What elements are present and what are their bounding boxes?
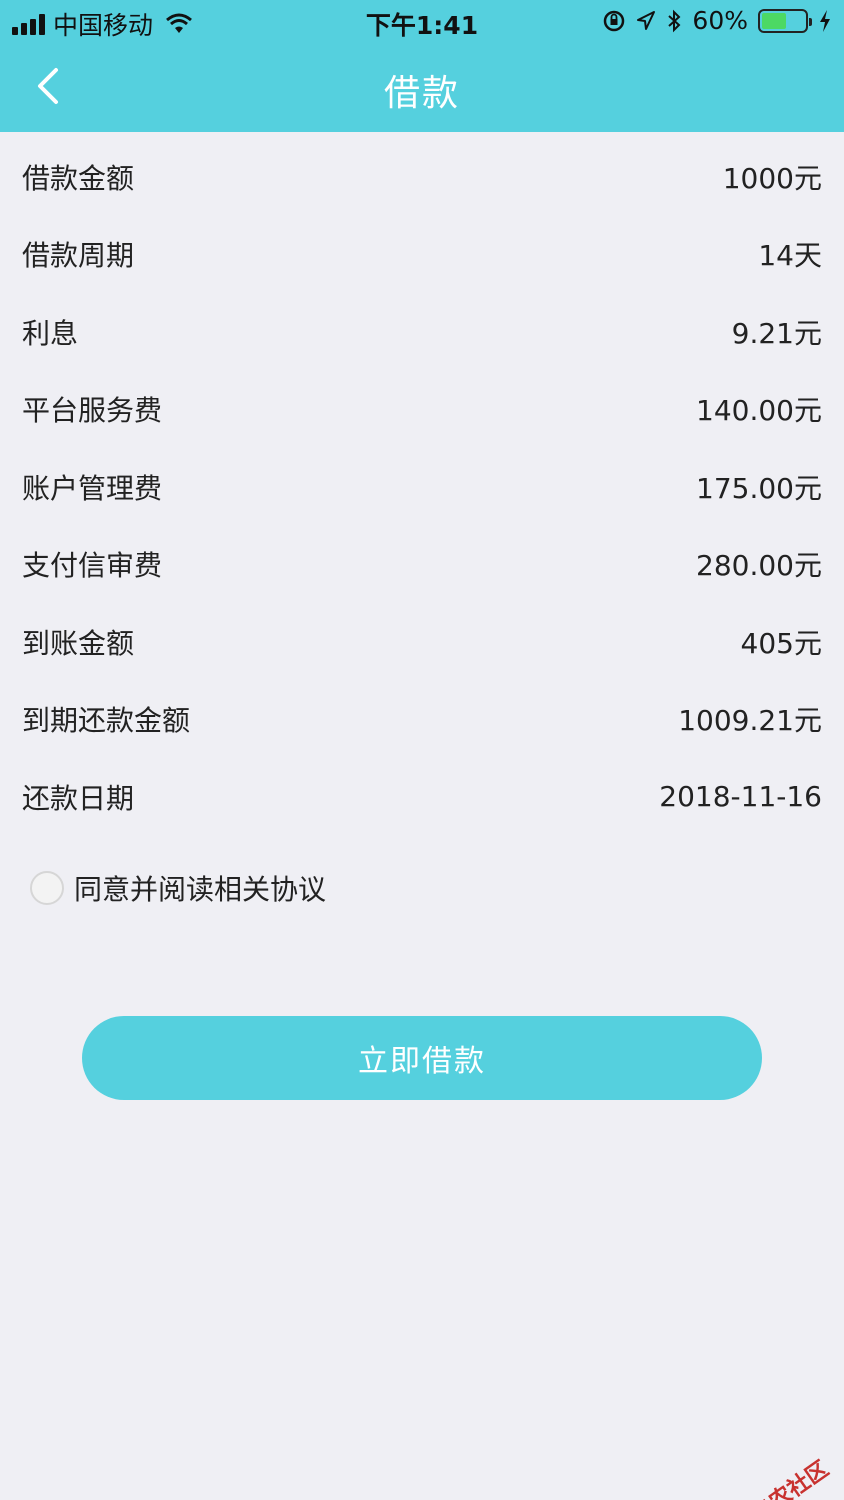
row-value: 9.21元 — [731, 316, 822, 350]
row-value: 175.00元 — [696, 471, 822, 505]
charging-icon — [820, 9, 830, 32]
row-loan-period: 借款周期 14天 — [0, 216, 844, 294]
row-loan-amount: 借款金额 1000元 — [0, 138, 844, 216]
battery-percent: 60% — [692, 6, 748, 35]
row-account-fee: 账户管理费 175.00元 — [0, 448, 844, 526]
agreement-label[interactable]: 同意并阅读相关协议 — [74, 868, 326, 908]
row-label: 支付信审费 — [22, 549, 163, 583]
watermark: 卡农社区 — [719, 1452, 834, 1500]
loan-detail-list: 借款金额 1000元 借款周期 14天 利息 9.21元 平台服务费 140.0… — [0, 138, 844, 836]
row-label: 到期还款金额 — [22, 704, 191, 738]
borrow-now-button[interactable]: 立即借款 — [82, 1016, 762, 1100]
battery-icon — [758, 8, 812, 33]
agreement-checkbox[interactable]: 同意并阅读相关协议 — [30, 868, 326, 908]
row-value: 280.00元 — [696, 549, 822, 583]
row-value: 1000元 — [722, 161, 822, 195]
row-review-fee: 支付信审费 280.00元 — [0, 526, 844, 604]
row-label: 还款日期 — [22, 781, 135, 815]
row-repayment-date: 还款日期 2018-11-16 — [0, 758, 844, 836]
row-label: 借款周期 — [22, 239, 135, 273]
location-icon — [637, 10, 656, 30]
watermark-text: 卡农社区 — [746, 1456, 834, 1500]
status-bar: 中国移动 下午1:41 60% — [0, 0, 844, 44]
row-value: 14天 — [758, 239, 822, 273]
row-value: 405元 — [740, 626, 822, 660]
row-label: 账户管理费 — [22, 471, 163, 505]
orientation-lock-icon — [604, 10, 625, 31]
page-title: 借款 — [383, 73, 460, 114]
row-value: 2018-11-16 — [659, 780, 822, 814]
status-right: 60% — [602, 6, 832, 35]
row-value: 1009.21元 — [678, 704, 822, 738]
nav-header: 中国移动 下午1:41 60% 借款 — [0, 0, 844, 132]
row-label: 到账金额 — [22, 626, 135, 660]
row-label: 利息 — [22, 316, 79, 350]
radio-icon[interactable] — [30, 871, 64, 905]
bluetooth-icon — [668, 9, 681, 32]
row-value: 140.00元 — [696, 394, 822, 428]
row-label: 借款金额 — [22, 161, 135, 195]
row-label: 平台服务费 — [22, 394, 163, 428]
row-interest: 利息 9.21元 — [0, 293, 844, 371]
row-platform-fee: 平台服务费 140.00元 — [0, 371, 844, 449]
row-repayment-amount: 到期还款金额 1009.21元 — [0, 681, 844, 759]
row-received-amount: 到账金额 405元 — [0, 603, 844, 681]
